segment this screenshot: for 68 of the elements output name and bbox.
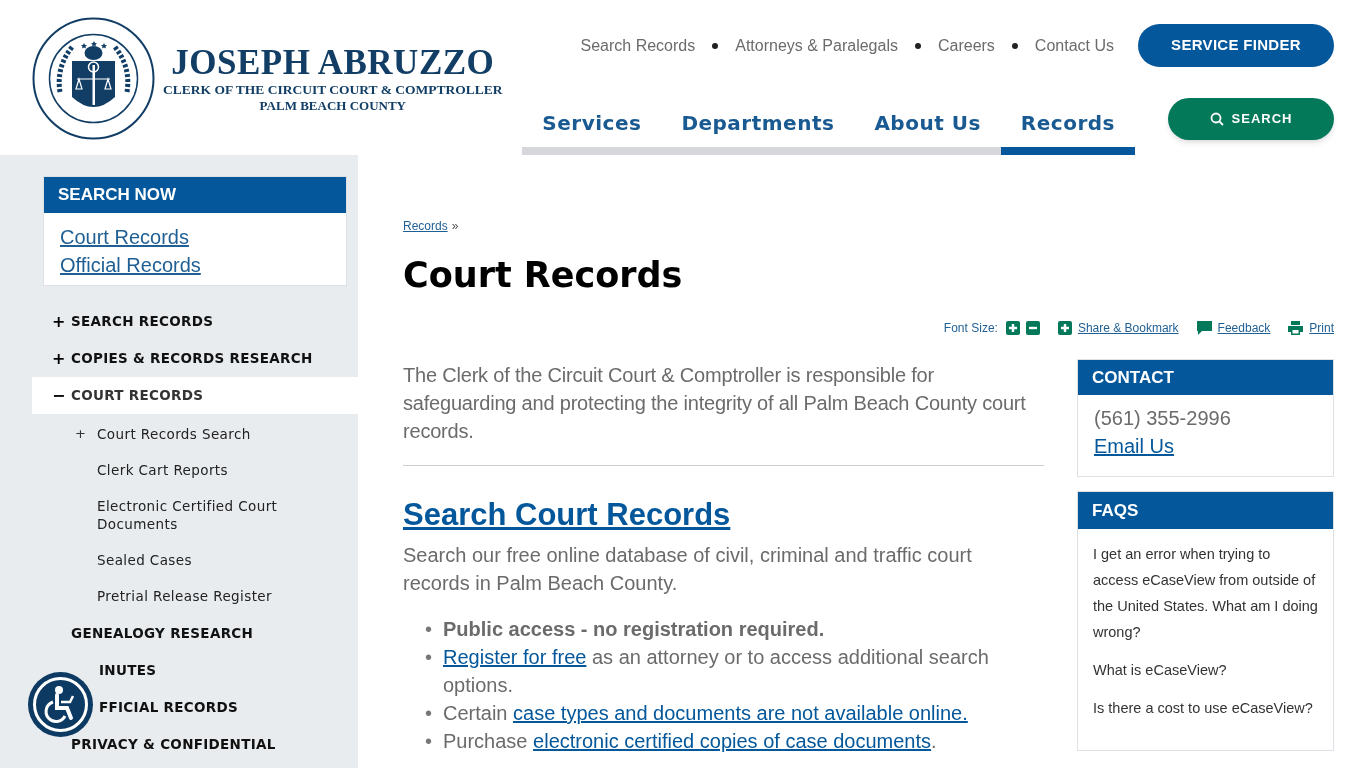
- search-icon: [1209, 112, 1224, 126]
- tool-link[interactable]: Share & Bookmark: [1077, 319, 1179, 337]
- plus-icon[interactable]: [1057, 321, 1072, 335]
- bullet-marker: •: [425, 617, 433, 642]
- expand-toggle[interactable]: +: [75, 425, 97, 443]
- sidebar-link[interactable]: GENEALOGY RESEARCH: [71, 623, 254, 644]
- bullet-marker: •: [425, 645, 433, 670]
- sidebar-sublink[interactable]: Pretrial Release Register: [97, 587, 312, 605]
- tool-link[interactable]: Feedback: [1217, 319, 1271, 337]
- expand-toggle[interactable]: +: [52, 350, 71, 367]
- bullet-text: Certain case types and documents are not available online.: [443, 701, 969, 726]
- utility-link[interactable]: Search Records: [580, 34, 696, 58]
- logo-county: PALM BEACH COUNTY: [259, 98, 406, 112]
- seal-logo-drawing[interactable]: [32, 17, 155, 140]
- section-paragraph: Search our free online database of civil, criminal and traffic court records in Palm Beach County.: [403, 543, 973, 596]
- phone-number: (561) 355-2996: [1094, 406, 1231, 431]
- faq-link[interactable]: What is eCaseView?: [1093, 657, 1318, 683]
- bullet-text: Register for free as an attorney or to access additional search options.: [443, 645, 990, 698]
- speech-bubble-icon: [1196, 321, 1212, 335]
- email-link[interactable]: Email Us: [1094, 432, 1174, 460]
- nav-tab[interactable]: Services: [522, 94, 662, 155]
- nav-tab[interactable]: Departments: [661, 94, 855, 155]
- utility-link[interactable]: Attorneys & Paralegals: [735, 34, 898, 58]
- sidebar-link[interactable]: PRIVACY & CONFIDENTIAL: [71, 734, 276, 755]
- search-now-link[interactable]: Court Records: [60, 223, 189, 251]
- expand-toggle[interactable]: −: [52, 387, 71, 404]
- section-heading-link[interactable]: Search Court Records: [403, 495, 1044, 535]
- card-title: CONTACT: [1078, 360, 1333, 395]
- font-decrease-icon[interactable]: [1025, 321, 1040, 335]
- bullet-marker: •: [425, 701, 433, 726]
- sidebar-link[interactable]: SEARCH RECORDS: [71, 311, 214, 332]
- sidebar-sublink[interactable]: Electronic Certified Court Documents: [97, 497, 312, 533]
- utility-link[interactable]: Careers: [937, 34, 995, 58]
- bullet-text: Public access - no registration required.: [443, 617, 826, 642]
- page-title: Court Records: [403, 254, 684, 297]
- service-finder-button[interactable]: SERVICE FINDER: [1138, 23, 1334, 67]
- font-increase-icon[interactable]: [1005, 321, 1020, 335]
- bullet-text: Purchase electronic certified copies of case documents.: [443, 729, 938, 754]
- font-size-label: Font Size:: [943, 320, 998, 337]
- inline-link[interactable]: Register for free: [443, 646, 587, 668]
- logo-name: JOSEPH ABRUZZO: [171, 45, 495, 81]
- card-title: FAQS: [1078, 492, 1333, 529]
- bullet-marker: •: [425, 729, 433, 754]
- nav-tab[interactable]: Records: [1000, 94, 1135, 155]
- faq-link[interactable]: I get an error when trying to access eCaseView from outside of the United States. What am I doing wrong?: [1093, 541, 1318, 645]
- wheelchair-icon: [32, 676, 89, 733]
- intro-paragraph: The Clerk of the Circuit Court & Comptroller is responsible for safeguarding and protecting the integrity of all Palm Beach County court records.: [403, 363, 1027, 444]
- nav-tab[interactable]: About Us: [854, 94, 1001, 155]
- inline-link[interactable]: electronic certified copies of case documents: [533, 730, 932, 752]
- sidebar-link[interactable]: COURT RECORDS: [71, 385, 204, 406]
- sidebar-sublink[interactable]: Court Records Search: [97, 425, 312, 443]
- breadcrumb-separator: »: [451, 218, 459, 235]
- sidebar-link[interactable]: INUTES: [99, 660, 157, 681]
- breadcrumb-link[interactable]: Records: [403, 217, 448, 235]
- faq-link[interactable]: Is there a cost to use eCaseView?: [1093, 695, 1318, 721]
- tool-link[interactable]: Print: [1309, 319, 1334, 337]
- sidebar-sublink[interactable]: Clerk Cart Reports: [97, 461, 312, 479]
- utility-link[interactable]: Contact Us: [1034, 34, 1114, 58]
- card-title: SEARCH NOW: [44, 177, 346, 213]
- expand-toggle[interactable]: +: [52, 313, 71, 330]
- logo-tagline: CLERK OF THE CIRCUIT COURT & COMPTROLLER: [163, 83, 503, 97]
- inline-link[interactable]: case types and documents are not available online.: [513, 702, 968, 724]
- sidebar-link[interactable]: COPIES & RECORDS RESEARCH: [71, 348, 313, 369]
- search-button[interactable]: SEARCH: [1168, 98, 1334, 140]
- search-now-link[interactable]: Official Records: [60, 251, 201, 279]
- sidebar-sublink[interactable]: Sealed Cases: [97, 551, 312, 569]
- sidebar-link[interactable]: FFICIAL RECORDS: [99, 697, 238, 718]
- printer-icon: [1288, 321, 1304, 335]
